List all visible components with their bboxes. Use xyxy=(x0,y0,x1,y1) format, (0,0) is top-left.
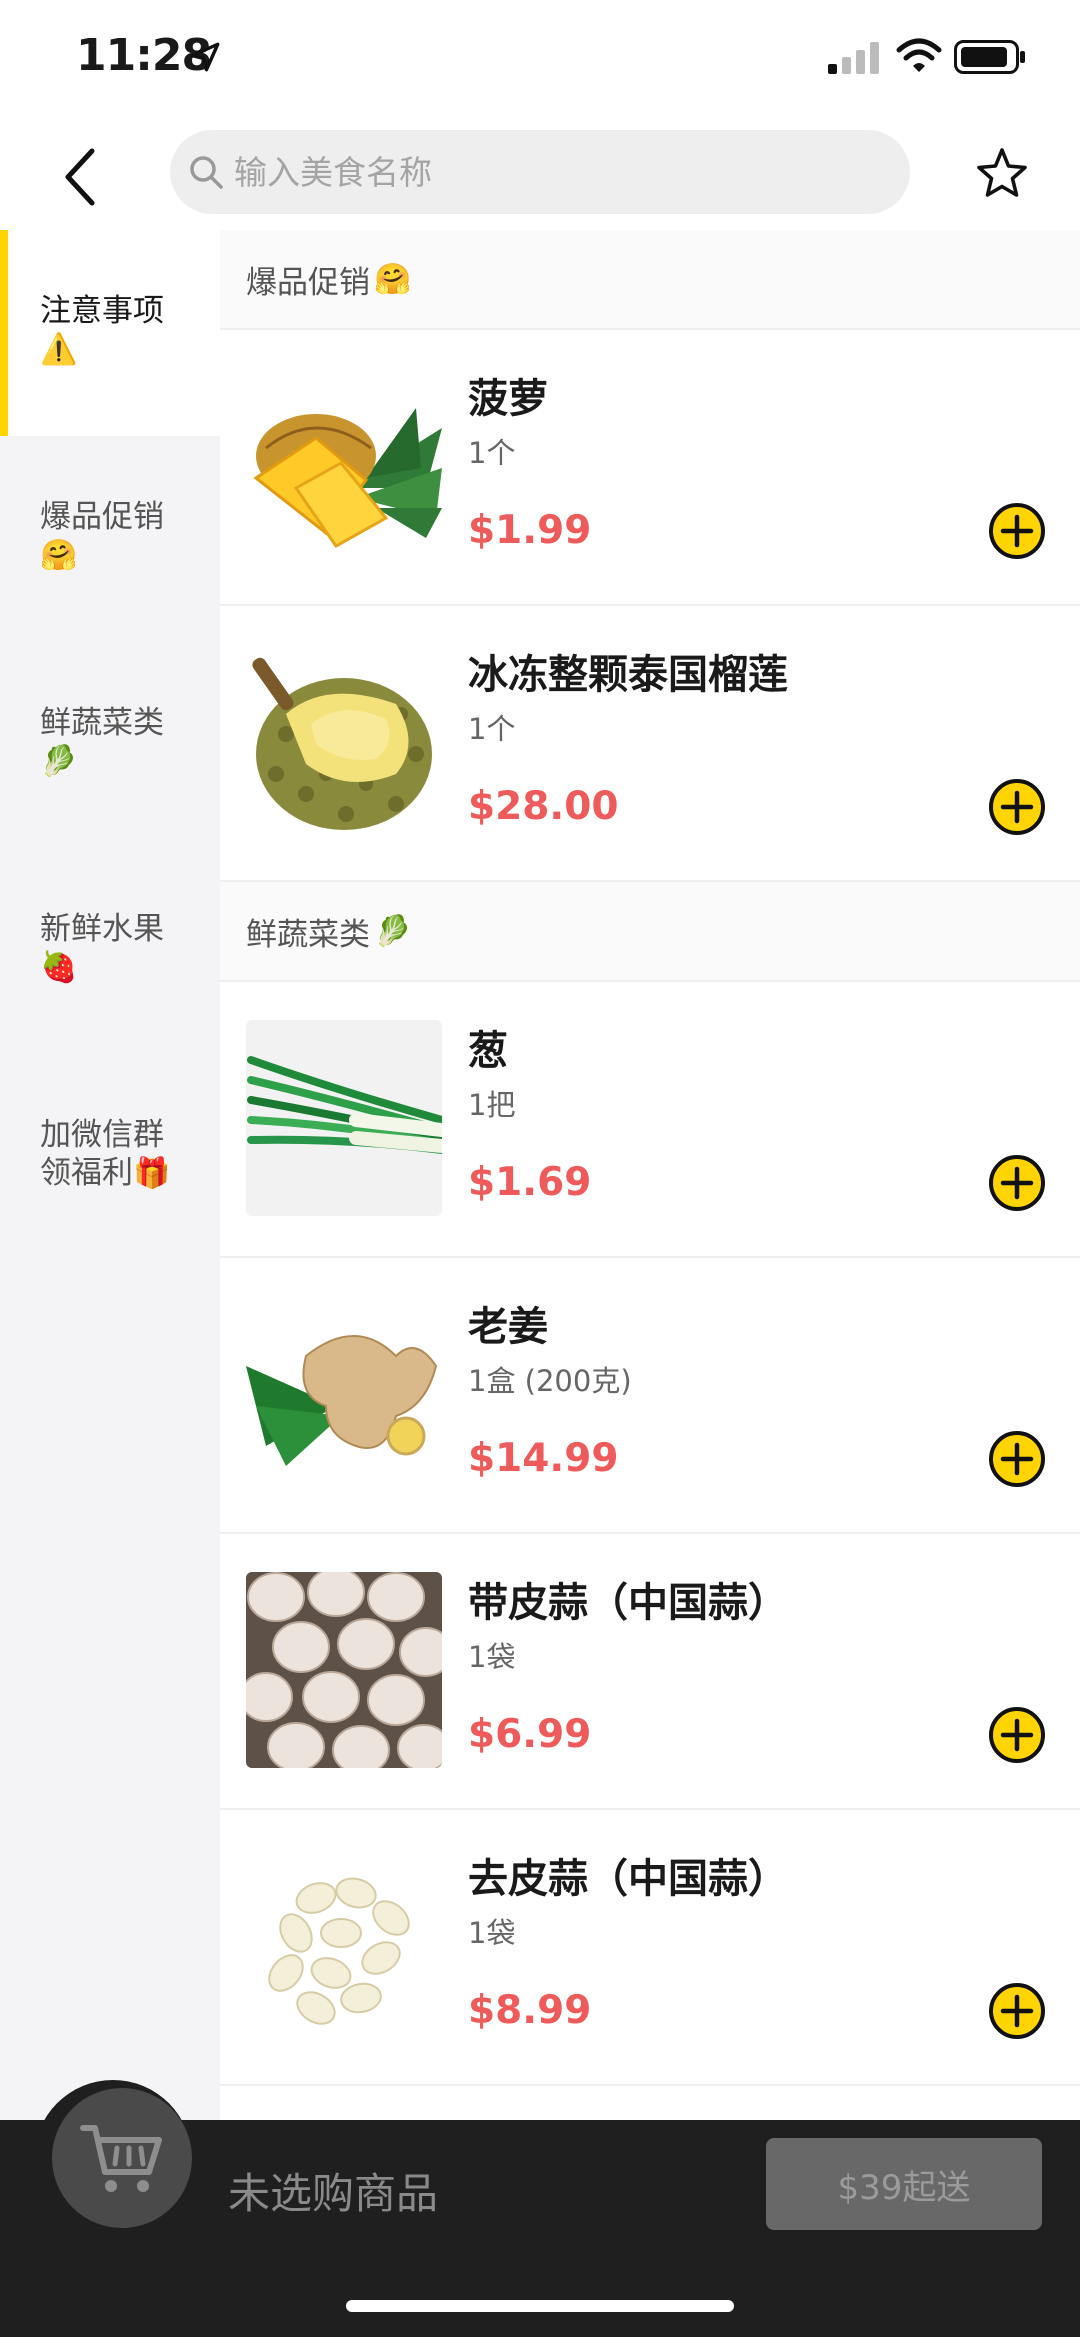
checkout-button[interactable]: $39起送 xyxy=(766,2138,1042,2230)
search-icon xyxy=(190,156,223,189)
product-unit: 1袋 xyxy=(468,1640,516,1674)
sidebar-item-label2: 领福利 xyxy=(40,1155,133,1191)
product-item[interactable]: 带皮蒜（中国蒜） 1袋 $6.99 xyxy=(220,1534,1080,1810)
sidebar-item-label: 加微信群 xyxy=(40,1117,164,1153)
wifi-icon xyxy=(896,38,942,72)
product-price: $1.69 xyxy=(468,1160,592,1205)
chevron-left-icon xyxy=(65,148,95,206)
leafy-green-icon: 🥬 xyxy=(40,744,78,779)
category-sidebar: 注意事项 ⚠️ 爆品促销 🤗 鲜蔬菜类 🥬 新鲜水果 🍓 加微信群 领福利🎁 xyxy=(0,230,220,2120)
product-image-pineapple[interactable] xyxy=(246,368,442,564)
cart-button[interactable] xyxy=(52,2088,192,2228)
sidebar-item-label: 新鲜水果 xyxy=(40,911,164,947)
product-item[interactable]: 菠萝 1个 $1.99 xyxy=(220,330,1080,606)
product-image-garlic[interactable] xyxy=(246,1572,442,1768)
favorite-button[interactable] xyxy=(970,142,1034,206)
product-name: 菠萝 xyxy=(468,376,548,422)
home-indicator xyxy=(346,2300,734,2312)
warning-icon: ⚠️ xyxy=(40,332,78,367)
product-item[interactable]: 老姜 1盒 (200克) $14.99 xyxy=(220,1258,1080,1534)
add-to-cart-button[interactable] xyxy=(988,1430,1046,1488)
product-item[interactable]: 冰冻整颗泰国榴莲 1个 $28.00 xyxy=(220,606,1080,882)
cellular-signal-icon xyxy=(828,42,879,74)
product-image-ginger[interactable] xyxy=(246,1296,442,1492)
add-to-cart-button[interactable] xyxy=(988,778,1046,836)
sidebar-item-label: 注意事项 xyxy=(40,293,164,329)
product-item[interactable]: 葱 1把 $1.69 xyxy=(220,982,1080,1258)
product-price: $8.99 xyxy=(468,1988,592,2033)
leafy-green-icon: 🥬 xyxy=(374,913,412,949)
section-header-vegetables: 鲜蔬菜类 🥬 xyxy=(220,882,1080,982)
product-unit: 1个 xyxy=(468,436,516,470)
section-title: 鲜蔬菜类 xyxy=(246,916,370,953)
sidebar-item-label: 爆品促销 xyxy=(40,499,164,535)
location-arrow-icon xyxy=(190,42,220,72)
star-icon xyxy=(977,148,1027,197)
shopping-cart-icon xyxy=(80,2125,162,2192)
status-bar: 11:28 xyxy=(0,0,1080,120)
sidebar-item-promotions[interactable]: 爆品促销 🤗 xyxy=(0,436,220,642)
product-list: 爆品促销 🤗 菠萝 1个 $1.99 冰冻整颗泰国榴莲 1个 $28.00 鲜蔬… xyxy=(220,230,1080,2120)
product-image-durian[interactable] xyxy=(246,644,442,840)
product-price: $14.99 xyxy=(468,1436,619,1481)
back-button[interactable] xyxy=(50,142,110,212)
section-header-promotions: 爆品促销 🤗 xyxy=(220,230,1080,330)
product-name: 带皮蒜（中国蒜） xyxy=(468,1580,788,1626)
product-item[interactable]: 去皮蒜（中国蒜） 1袋 $8.99 xyxy=(220,1810,1080,2086)
add-to-cart-button[interactable] xyxy=(988,502,1046,560)
product-price: $1.99 xyxy=(468,508,592,553)
product-image-peeled-garlic[interactable] xyxy=(246,1848,442,2044)
product-unit: 1袋 xyxy=(468,1916,516,1950)
sidebar-item-fruits[interactable]: 新鲜水果 🍓 xyxy=(0,848,220,1054)
product-name: 冰冻整颗泰国榴莲 xyxy=(468,652,788,698)
hugging-face-icon: 🤗 xyxy=(40,538,78,573)
sidebar-item-label-line2: 领福利🎁 xyxy=(40,1154,220,1192)
cart-empty-text: 未选购商品 xyxy=(228,2169,439,2218)
gift-icon: 🎁 xyxy=(133,1156,171,1191)
strawberry-icon: 🍓 xyxy=(40,950,78,985)
product-price: $6.99 xyxy=(468,1712,592,1757)
add-to-cart-button[interactable] xyxy=(988,1706,1046,1764)
product-name: 老姜 xyxy=(468,1304,548,1350)
sidebar-item-label: 鲜蔬菜类 xyxy=(40,705,164,741)
sidebar-item-notice[interactable]: 注意事项 ⚠️ xyxy=(0,230,220,436)
search-input[interactable] xyxy=(234,152,834,192)
sidebar-item-wechat-group[interactable]: 加微信群 领福利🎁 xyxy=(0,1054,220,1260)
add-to-cart-button[interactable] xyxy=(988,1154,1046,1212)
product-price: $28.00 xyxy=(468,784,619,829)
product-image-scallion[interactable] xyxy=(246,1020,442,1216)
product-unit: 1把 xyxy=(468,1088,516,1122)
product-name: 去皮蒜（中国蒜） xyxy=(468,1856,788,1902)
battery-icon xyxy=(954,40,1025,74)
product-name: 葱 xyxy=(468,1028,508,1074)
search-bar[interactable] xyxy=(170,130,910,214)
sidebar-item-vegetables[interactable]: 鲜蔬菜类 🥬 xyxy=(0,642,220,848)
product-unit: 1个 xyxy=(468,712,516,746)
product-unit: 1盒 (200克) xyxy=(468,1364,632,1398)
add-to-cart-button[interactable] xyxy=(988,1982,1046,2040)
hugging-face-icon: 🤗 xyxy=(374,261,412,297)
section-title: 爆品促销 xyxy=(246,264,370,301)
header xyxy=(0,120,1080,230)
